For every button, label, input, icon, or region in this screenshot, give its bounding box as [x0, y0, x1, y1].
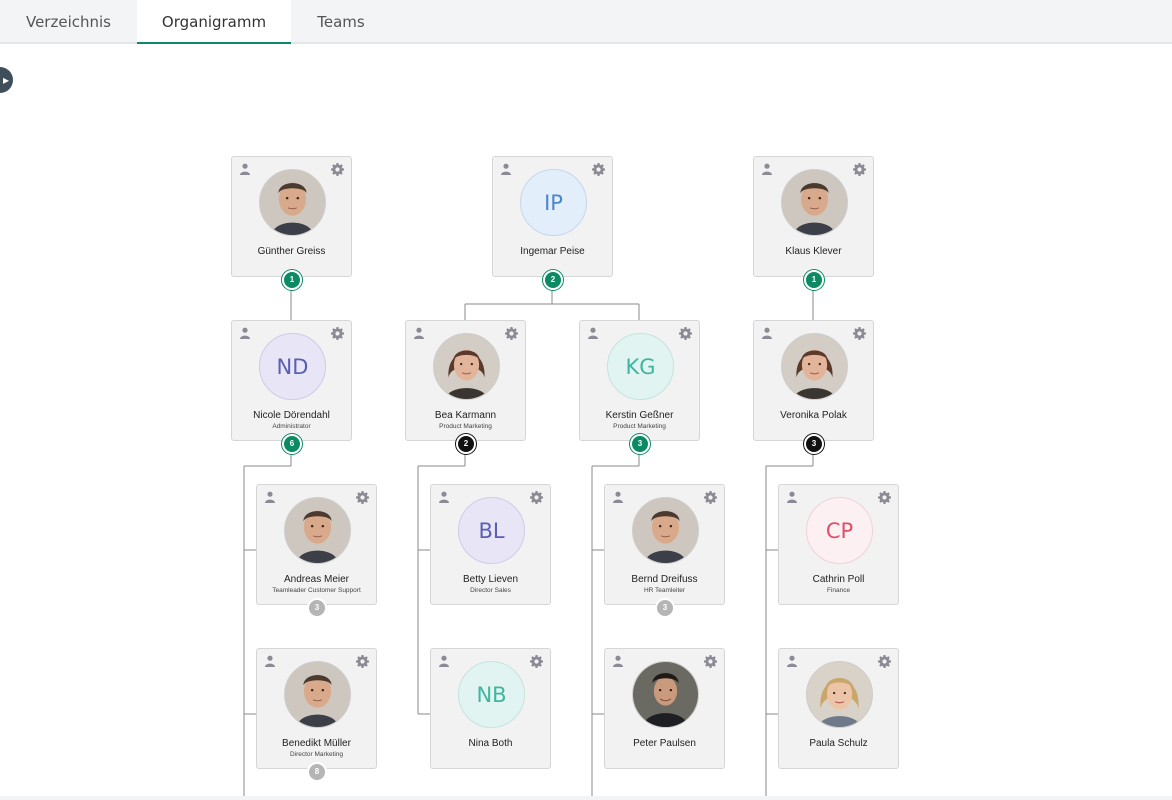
org-card-paula-schulz[interactable]: Paula Schulz: [778, 648, 899, 769]
gear-icon[interactable]: [331, 327, 344, 340]
person-name: Andreas Meier: [283, 574, 350, 585]
person-name: Paula Schulz: [809, 738, 868, 749]
person-icon[interactable]: [612, 491, 624, 503]
person-name: Betty Lieven: [462, 574, 519, 585]
person-role: HR Teamleiter: [643, 587, 686, 594]
person-icon[interactable]: [413, 327, 425, 339]
person-name: Klaus Klever: [785, 246, 842, 257]
subordinate-count-badge[interactable]: 6: [282, 434, 302, 454]
person-role: Director Marketing: [289, 751, 344, 758]
person-role: Administrator: [272, 423, 311, 430]
person-name: Kerstin Geßner: [605, 410, 674, 421]
org-card-andreas-meier[interactable]: Andreas Meier Teamleader Customer Suppor…: [256, 484, 377, 605]
subordinate-count-badge[interactable]: 3: [630, 434, 650, 454]
bottom-edge: [0, 796, 1172, 800]
avatar: [284, 497, 351, 564]
subordinate-count-badge[interactable]: 3: [307, 598, 327, 618]
gear-icon[interactable]: [331, 163, 344, 176]
org-card-klaus-klever[interactable]: Klaus Klever: [753, 156, 874, 277]
person-icon[interactable]: [264, 655, 276, 667]
person-icon[interactable]: [239, 327, 251, 339]
gear-icon[interactable]: [878, 655, 891, 668]
gear-icon[interactable]: [878, 491, 891, 504]
avatar: [284, 661, 351, 728]
avatar: [259, 169, 326, 236]
person-role: Product Marketing: [613, 423, 666, 430]
person-icon[interactable]: [438, 655, 450, 667]
person-icon[interactable]: [264, 491, 276, 503]
org-card-bea-karmann[interactable]: Bea Karmann Product Marketing: [405, 320, 526, 441]
person-name: Nina Both: [468, 738, 513, 749]
person-name: Bea Karmann: [434, 410, 497, 421]
subordinate-count-badge[interactable]: 1: [282, 270, 302, 290]
org-card-kerstin-gessner[interactable]: KG Kerstin Geßner Product Marketing: [579, 320, 700, 441]
gear-icon[interactable]: [505, 327, 518, 340]
avatar-initials: CP: [806, 497, 873, 564]
org-card-cathrin-poll[interactable]: CP Cathrin Poll Finance: [778, 484, 899, 605]
person-icon[interactable]: [587, 327, 599, 339]
subordinate-count-badge[interactable]: 2: [543, 270, 563, 290]
org-card-veronika-polak[interactable]: Veronika Polak: [753, 320, 874, 441]
person-name: Peter Paulsen: [633, 738, 696, 749]
person-role: Teamleader Customer Support: [272, 587, 361, 594]
org-card-bernd-dreifuss[interactable]: Bernd Dreifuss HR Teamleiter: [604, 484, 725, 605]
gear-icon[interactable]: [356, 491, 369, 504]
person-icon[interactable]: [438, 491, 450, 503]
org-card-nina-both[interactable]: NB Nina Both: [430, 648, 551, 769]
person-icon[interactable]: [786, 491, 798, 503]
org-card-guenther-greiss[interactable]: Günther Greiss: [231, 156, 352, 277]
gear-icon[interactable]: [356, 655, 369, 668]
avatar-initials: KG: [607, 333, 674, 400]
org-card-peter-paulsen[interactable]: Peter Paulsen: [604, 648, 725, 769]
org-card-betty-lieven[interactable]: BL Betty Lieven Director Sales: [430, 484, 551, 605]
gear-icon[interactable]: [679, 327, 692, 340]
gear-icon[interactable]: [530, 491, 543, 504]
person-role: Product Marketing: [439, 423, 492, 430]
person-name: Bernd Dreifuss: [631, 574, 698, 585]
person-role: Finance: [826, 587, 851, 594]
gear-icon[interactable]: [530, 655, 543, 668]
avatar-initials: BL: [458, 497, 525, 564]
subordinate-count-badge[interactable]: 2: [456, 434, 476, 454]
gear-icon[interactable]: [704, 655, 717, 668]
person-role: Director Sales: [470, 587, 511, 594]
gear-icon[interactable]: [704, 491, 717, 504]
avatar: [781, 169, 848, 236]
subordinate-count-badge[interactable]: 3: [804, 434, 824, 454]
gear-icon[interactable]: [853, 163, 866, 176]
avatar: [806, 661, 873, 728]
person-icon[interactable]: [761, 327, 773, 339]
person-icon[interactable]: [612, 655, 624, 667]
avatar: [632, 661, 699, 728]
avatar-initials: ND: [259, 333, 326, 400]
person-name: Veronika Polak: [780, 410, 847, 421]
avatar-initials: NB: [458, 661, 525, 728]
person-name: Benedikt Müller: [282, 738, 351, 749]
org-card-nicole-doerendahl[interactable]: ND Nicole Dörendahl Administrator: [231, 320, 352, 441]
avatar: [433, 333, 500, 400]
subordinate-count-badge[interactable]: 3: [655, 598, 675, 618]
person-name: Cathrin Poll: [812, 574, 865, 585]
person-icon[interactable]: [786, 655, 798, 667]
person-name: Nicole Dörendahl: [253, 410, 330, 421]
avatar: [632, 497, 699, 564]
org-card-benedikt-mueller[interactable]: Benedikt Müller Director Marketing: [256, 648, 377, 769]
subordinate-count-badge[interactable]: 1: [804, 270, 824, 290]
person-icon[interactable]: [761, 163, 773, 175]
person-icon[interactable]: [500, 163, 512, 175]
person-name: Günther Greiss: [257, 246, 326, 257]
avatar-initials: IP: [520, 169, 587, 236]
person-icon[interactable]: [239, 163, 251, 175]
gear-icon[interactable]: [592, 163, 605, 176]
person-name: Ingemar Peise: [520, 246, 585, 257]
avatar: [781, 333, 848, 400]
org-card-ingemar-peise[interactable]: IP Ingemar Peise: [492, 156, 613, 277]
subordinate-count-badge[interactable]: 8: [307, 762, 327, 782]
gear-icon[interactable]: [853, 327, 866, 340]
